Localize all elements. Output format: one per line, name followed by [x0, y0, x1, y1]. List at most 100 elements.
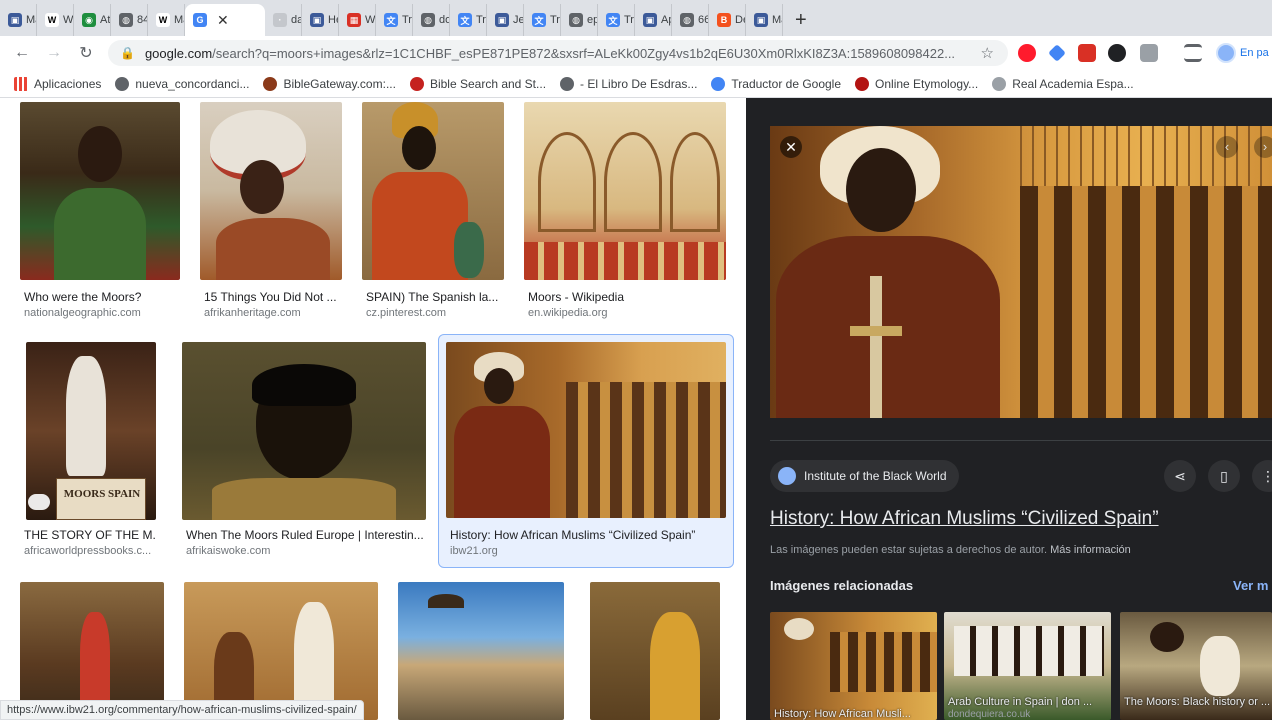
related-image[interactable]: The Moors: Black history or ... — [1120, 612, 1272, 720]
result-caption[interactable]: Who were the Moors? — [24, 290, 180, 304]
bookmark-item[interactable]: nueva_concordanci... — [115, 76, 249, 91]
result-thumbnail[interactable] — [200, 102, 342, 280]
bookmark-star-icon[interactable]: ☆ — [981, 44, 994, 62]
tab-favicon-icon: 文 — [458, 13, 472, 27]
tab[interactable]: 文 Tra — [376, 4, 413, 36]
back-arrow-icon[interactable]: ← — [6, 44, 38, 62]
bookmark-favicon-icon — [992, 76, 1007, 91]
result-caption[interactable]: Moors - Wikipedia — [528, 290, 726, 304]
result-caption[interactable]: History: How African Muslims “Civilized … — [450, 528, 726, 542]
tab[interactable]: ◍ 84 — [111, 4, 148, 36]
result-caption[interactable]: When The Moors Ruled Europe | Interestin… — [186, 528, 426, 542]
translate-extension-icon[interactable] — [1048, 44, 1066, 62]
tab-label: 84 — [137, 14, 147, 26]
reload-icon[interactable]: ↻ — [70, 43, 102, 63]
tab-favicon-icon: ◍ — [569, 13, 583, 27]
save-bookmark-icon[interactable]: ▯ — [1208, 460, 1240, 492]
source-site-label: Institute of the Black World — [804, 469, 947, 483]
result-thumbnail[interactable] — [398, 582, 564, 720]
result-caption[interactable]: THE STORY OF THE M... — [24, 528, 156, 542]
tab-favicon-icon: ▣ — [310, 13, 324, 27]
see-more-link[interactable]: Ver m — [1233, 578, 1268, 593]
tab[interactable]: 文 Tra — [598, 4, 635, 36]
tab-label: Tra — [624, 14, 634, 26]
related-image[interactable]: Arab Culture in Spain | don ... dondequi… — [944, 612, 1111, 720]
bookmark-item[interactable]: Bible Search and St... — [409, 76, 546, 91]
result-source: africaworldpressbooks.c... — [24, 545, 152, 557]
tab[interactable]: ◉ Atl — [74, 4, 111, 36]
bookmark-item[interactable]: Aplicaciones — [14, 76, 101, 91]
chevron-right-icon[interactable]: › — [1254, 136, 1272, 158]
tab[interactable]: WW — [37, 4, 74, 36]
preview-title-link[interactable]: History: How African Muslims “Civilized … — [770, 508, 1159, 530]
result-thumbnail[interactable] — [446, 342, 726, 518]
bookmark-item[interactable]: Online Etymology... — [855, 76, 978, 91]
reading-list-icon[interactable] — [1184, 44, 1202, 62]
tab-favicon-icon: ◍ — [421, 13, 435, 27]
tab[interactable]: B De — [709, 4, 746, 36]
tab-favicon-icon: ◉ — [82, 13, 96, 27]
code-extension-icon[interactable] — [1140, 44, 1158, 62]
bookmark-favicon-icon — [560, 76, 575, 91]
opera-extension-icon[interactable] — [1018, 44, 1036, 62]
close-tab-icon[interactable]: ✕ — [217, 12, 229, 29]
tab-favicon-icon: B — [717, 13, 731, 27]
url-host: google.com — [144, 45, 213, 61]
result-thumbnail[interactable] — [524, 102, 726, 280]
bookmark-favicon-icon — [409, 76, 424, 91]
tab[interactable]: ▣ Ma — [746, 4, 783, 36]
related-image[interactable]: History: How African Musli... — [770, 612, 937, 720]
bookmark-item[interactable]: BibleGateway.com:... — [263, 76, 396, 91]
tab[interactable]: ◍ epi — [561, 4, 598, 36]
tab[interactable]: ◍ doc — [413, 4, 450, 36]
pdf-extension-icon[interactable] — [1078, 44, 1096, 62]
tab[interactable]: ▣ Ap — [635, 4, 672, 36]
close-icon[interactable]: ✕ — [780, 136, 802, 158]
bookmark-item[interactable]: Real Academia Espa... — [992, 76, 1134, 91]
result-caption[interactable]: SPAIN) The Spanish la... — [366, 290, 504, 304]
tab[interactable]: G ✕ — [185, 4, 265, 36]
tab[interactable]: · dad — [265, 4, 302, 36]
result-source: afrikanheritage.com — [204, 307, 301, 319]
tab-favicon-icon: ▦ — [347, 13, 361, 27]
result-caption[interactable]: 15 Things You Did Not ... — [204, 290, 342, 304]
tab[interactable]: 文 Tra — [524, 4, 561, 36]
more-options-icon[interactable]: ⋮ — [1252, 460, 1272, 492]
result-thumbnail[interactable] — [362, 102, 504, 280]
more-info-link[interactable]: Más información — [1050, 544, 1131, 556]
tab-label: Jev — [513, 14, 523, 26]
tab[interactable]: ◍ 662 — [672, 4, 709, 36]
apps-grid-icon — [14, 76, 28, 91]
address-bar[interactable]: 🔒 google.com/search?q=moors+images&rlz=1… — [108, 40, 1008, 66]
result-thumbnail[interactable] — [182, 342, 426, 520]
bookmark-label: BibleGateway.com:... — [283, 76, 396, 91]
source-site-chip[interactable]: Institute of the Black World — [770, 460, 959, 492]
preview-image[interactable] — [770, 126, 1272, 418]
result-thumbnail[interactable] — [20, 102, 180, 280]
image-results-grid: Who were the Moors? nationalgeographic.c… — [0, 98, 746, 720]
bookmark-item[interactable]: - El Libro De Esdras... — [560, 76, 697, 91]
tab-label: Tra — [476, 14, 486, 26]
tab-label: De — [735, 14, 745, 26]
forward-arrow-icon[interactable]: → — [38, 44, 70, 62]
profile-button[interactable]: En pa — [1216, 42, 1269, 64]
tab-label: Tra — [402, 14, 412, 26]
share-icon[interactable]: ⋖ — [1164, 460, 1196, 492]
result-thumbnail[interactable]: MOORS SPAIN — [26, 342, 156, 520]
tab[interactable]: ▣ Ma — [0, 4, 37, 36]
tab[interactable]: ▣ Jev — [487, 4, 524, 36]
chevron-left-icon[interactable]: ‹ — [1216, 136, 1238, 158]
result-thumbnail[interactable] — [590, 582, 720, 720]
bookmark-item[interactable]: Traductor de Google — [711, 76, 841, 91]
result-source: cz.pinterest.com — [366, 307, 447, 319]
tab-label: Ma — [174, 14, 184, 26]
result-source: en.wikipedia.org — [528, 307, 608, 319]
tab[interactable]: 文 Tra — [450, 4, 487, 36]
tab[interactable]: W Ma — [148, 4, 185, 36]
tab-favicon-icon: W — [156, 13, 170, 27]
profile-label: En pa — [1240, 47, 1269, 59]
dark-reader-extension-icon[interactable] — [1108, 44, 1126, 62]
tab[interactable]: ▦ Wr — [339, 4, 376, 36]
new-tab-icon[interactable]: + — [795, 9, 807, 32]
tab[interactable]: ▣ He — [302, 4, 339, 36]
